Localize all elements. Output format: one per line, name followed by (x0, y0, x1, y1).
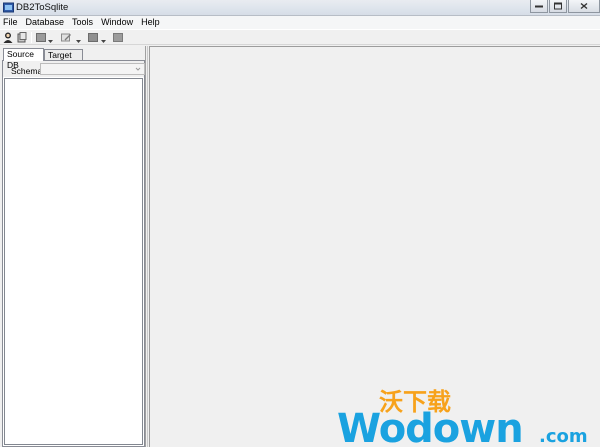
menu-database[interactable]: Database (22, 16, 69, 29)
menu-tools[interactable]: Tools (68, 16, 97, 29)
menu-help[interactable]: Help (137, 16, 164, 29)
wodown-watermark-logo: 沃下载 Wodown .com (337, 388, 588, 447)
title-bar: DB2ToSqlite (0, 0, 600, 16)
tab-source-db[interactable]: Source DB (3, 48, 44, 70)
watermark-suffix-text: .com (539, 426, 588, 447)
edit-icon[interactable] (61, 32, 72, 43)
app-icon (3, 2, 14, 13)
toolbar-separator (31, 32, 32, 43)
close-button[interactable] (568, 0, 600, 13)
splitter-handle[interactable] (147, 46, 148, 447)
schema-select[interactable] (40, 63, 145, 75)
window-controls (529, 0, 600, 14)
user-connect-icon[interactable] (3, 32, 13, 43)
left-panel: Source DB Target DB Schema (1, 46, 146, 447)
stop-icon[interactable] (113, 32, 123, 43)
window-title: DB2ToSqlite (16, 2, 69, 13)
save-icon[interactable] (17, 32, 27, 43)
watermark-brand-text: Wodown (337, 406, 523, 447)
chevron-down-icon (135, 67, 141, 71)
minimize-icon (535, 5, 543, 8)
schema-tree-view[interactable] (4, 78, 143, 445)
minimize-button[interactable] (530, 0, 548, 13)
menu-file[interactable]: File (0, 16, 22, 29)
maximize-button[interactable] (549, 0, 567, 13)
menu-window[interactable]: Window (97, 16, 137, 29)
table-icon[interactable] (88, 32, 98, 43)
schema-row: Schema (3, 61, 145, 77)
toolbar (0, 29, 600, 45)
tab-content-source-db: Schema (2, 60, 145, 447)
maximize-icon (554, 2, 562, 10)
grid-icon[interactable] (36, 32, 46, 43)
menu-bar: File Database Tools Window Help (0, 16, 600, 29)
close-icon (580, 2, 588, 10)
